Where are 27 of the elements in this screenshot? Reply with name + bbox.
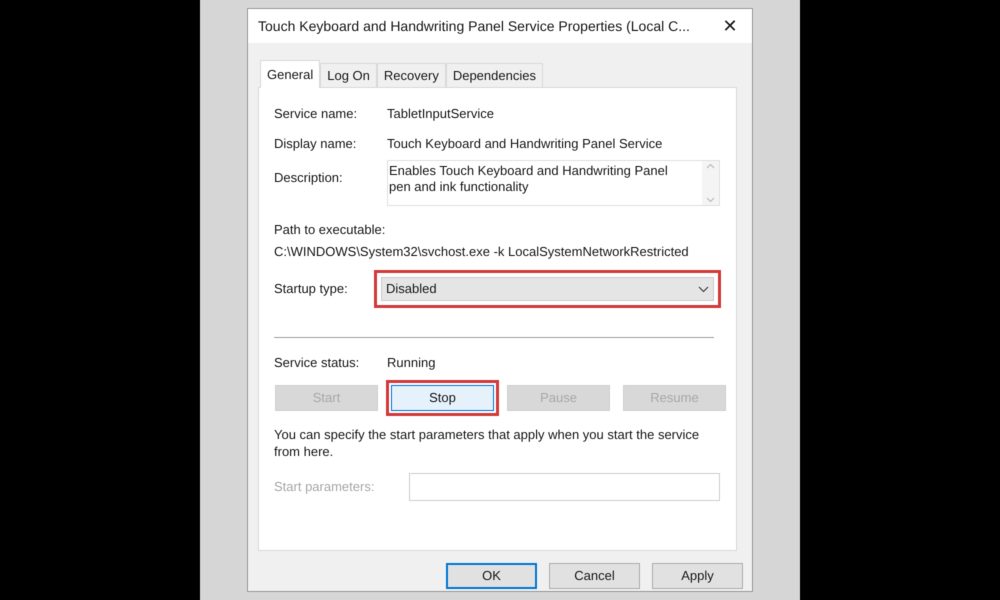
window-title: Touch Keyboard and Handwriting Panel Service Properties (Local C... bbox=[258, 16, 690, 36]
tab[interactable]: Dependencies bbox=[446, 63, 543, 87]
field-value: Running bbox=[387, 354, 436, 372]
chevron-down-icon bbox=[706, 197, 715, 203]
tab[interactable]: Recovery bbox=[376, 63, 446, 87]
chevron-down-icon bbox=[698, 286, 709, 292]
field-label: Start parameters: bbox=[274, 478, 376, 496]
hint-text: You can specify the start parameters that apply when you start the service from here. bbox=[274, 426, 700, 460]
field-label: Service name: bbox=[274, 105, 358, 123]
chevron-up-icon bbox=[706, 163, 715, 169]
field-label: Display name: bbox=[274, 135, 358, 153]
dialog-button[interactable]: Apply bbox=[652, 563, 743, 589]
dialog-button[interactable]: Cancel bbox=[549, 563, 640, 589]
field-value: TabletInputService bbox=[387, 105, 494, 123]
field-label: Service status: bbox=[274, 354, 360, 372]
field-value: Touch Keyboard and Handwriting Panel Service bbox=[387, 135, 662, 153]
field-label: Description: bbox=[274, 169, 344, 187]
service-control-button[interactable]: Stop bbox=[391, 385, 494, 411]
close-button[interactable]: ✕ bbox=[718, 17, 742, 35]
dialog-button[interactable]: OK bbox=[446, 563, 537, 589]
startup-type-dropdown[interactable]: Disabled bbox=[381, 277, 714, 301]
field-value: C:\WINDOWS\System32\svchost.exe -k LocalSystemNetworkRestricted bbox=[274, 242, 689, 261]
description-box: Enables Touch Keyboard and Handwriting Panel pen and ink functionality bbox=[387, 160, 720, 206]
field-label: Path to executable: bbox=[274, 221, 386, 239]
tab[interactable]: General bbox=[260, 60, 320, 88]
tab[interactable]: Log On bbox=[320, 63, 377, 87]
field-label: Startup type: bbox=[274, 280, 349, 298]
